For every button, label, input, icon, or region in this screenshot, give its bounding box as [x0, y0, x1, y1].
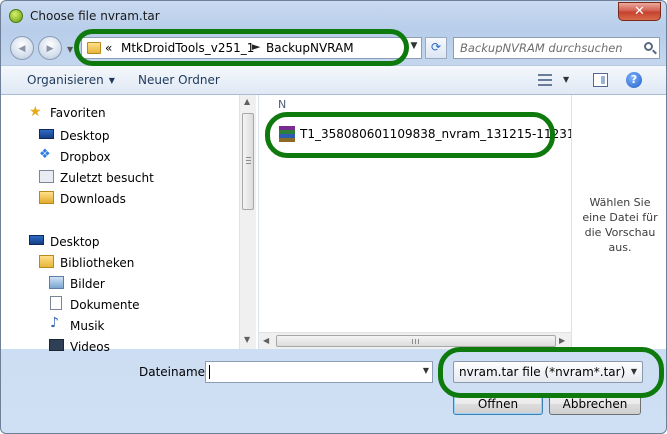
sidebar-item-label: Musik	[70, 319, 105, 333]
cancel-button[interactable]: Abbrechen	[549, 393, 641, 415]
dialog-footer: Dateiname: ▼ nvram.tar file (*nvram*.tar…	[1, 349, 666, 433]
help-icon[interactable]: ?	[626, 72, 642, 88]
star-icon: ★	[29, 104, 42, 120]
address-dropdown-button[interactable]: ▼	[407, 41, 421, 55]
file-type-select[interactable]: nvram.tar file (*nvram*.tar) ▼	[453, 361, 643, 383]
sidebar-item-label: Bilder	[70, 277, 105, 291]
file-type-value: nvram.tar file (*nvram*.tar)	[459, 365, 626, 379]
navigation-pane: ★ Favoriten Desktop ❖ Dropbox Zuletzt be…	[1, 95, 239, 354]
text-caret	[209, 365, 210, 379]
back-arrow-icon: ◀	[18, 44, 26, 54]
chevron-down-icon: ▼	[630, 367, 637, 376]
dialog-body: ★ Favoriten Desktop ❖ Dropbox Zuletzt be…	[1, 95, 666, 354]
music-icon: ♪	[50, 315, 59, 331]
sidebar-item-label: Bibliotheken	[60, 256, 135, 270]
navigation-row: ◀ ▶ ▼ « MtkDroidTools_v251_1 ► BackupNVR…	[1, 31, 666, 65]
app-icon	[9, 9, 23, 23]
libraries-icon	[39, 255, 54, 268]
scroll-right-icon[interactable]: ▶	[559, 336, 565, 345]
address-bar[interactable]: « MtkDroidTools_v251_1 ► BackupNVRAM ▼	[81, 37, 422, 59]
scrollbar-thumb[interactable]	[242, 113, 254, 210]
documents-icon	[50, 296, 62, 310]
recent-locations-dropdown[interactable]: ▼	[67, 45, 77, 55]
breadcrumb-separator-icon[interactable]: ►	[252, 40, 260, 53]
sidebar-item-label: Zuletzt besucht	[60, 171, 154, 185]
window-title: Choose file nvram.tar	[30, 9, 160, 23]
winrar-archive-icon	[279, 126, 295, 142]
preview-pane-toggle-icon[interactable]	[593, 73, 608, 87]
forward-arrow-icon: ▶	[46, 44, 54, 54]
address-overflow-chevron[interactable]: «	[105, 41, 112, 55]
file-name: T1_358080601109838_nvram_131215-112314.t…	[300, 127, 603, 141]
filename-input[interactable]: ▼	[205, 361, 433, 383]
new-folder-button[interactable]: Neuer Ordner	[138, 73, 220, 87]
sidebar-item-label: Dokumente	[70, 298, 140, 312]
organize-label: Organisieren	[27, 73, 104, 87]
horizontal-scrollbar-thumb[interactable]	[276, 335, 556, 347]
sidebar-item-label: Desktop	[60, 129, 110, 143]
file-dialog-window: Choose file nvram.tar ✕ ◀ ▶ ▼ « MtkDroid…	[0, 0, 667, 434]
back-button[interactable]: ◀	[10, 36, 34, 60]
refresh-button[interactable]: ⟳	[425, 37, 447, 59]
file-list-horizontal-scrollbar[interactable]: ◀ ▶	[259, 332, 572, 349]
name-column-header[interactable]: N	[278, 98, 286, 111]
breadcrumb-backupnvram[interactable]: BackupNVRAM	[266, 41, 354, 55]
open-button[interactable]: Öffnen	[453, 393, 543, 415]
filename-history-dropdown[interactable]: ▼	[423, 366, 429, 375]
sidebar-item-label: Desktop	[50, 235, 100, 249]
scroll-up-icon[interactable]: ▲	[244, 97, 250, 106]
filename-label: Dateiname:	[139, 365, 210, 379]
file-list-pane: N T1_358080601109838_nvram_131215-112314…	[258, 95, 603, 349]
organize-menu-button[interactable]: Organisieren ▼	[27, 73, 115, 87]
breadcrumb-mtkdroidtools[interactable]: MtkDroidTools_v251_1	[121, 41, 254, 55]
folder-icon	[87, 42, 101, 54]
change-view-icon[interactable]	[538, 74, 552, 86]
search-box[interactable]: BackupNVRAM durchsuchen	[453, 37, 660, 59]
search-icon[interactable]	[644, 42, 653, 51]
downloads-icon	[39, 191, 54, 204]
chevron-down-icon: ▼	[108, 76, 115, 85]
preview-placeholder-text: Wählen Sie eine Datei für die Vorschau a…	[582, 196, 658, 254]
desktop-icon	[39, 129, 54, 139]
dropbox-icon: ❖	[39, 147, 51, 162]
command-toolbar: Organisieren ▼ Neuer Ordner ▼ ?	[1, 65, 666, 95]
forward-button[interactable]: ▶	[38, 36, 62, 60]
title-bar[interactable]: Choose file nvram.tar ✕	[1, 1, 666, 31]
recent-places-icon	[39, 170, 54, 183]
sidebar-item-label: Dropbox	[60, 150, 111, 164]
scroll-down-icon[interactable]: ▼	[244, 335, 250, 344]
refresh-icon: ⟳	[430, 40, 442, 54]
scroll-left-icon[interactable]: ◀	[263, 336, 269, 345]
preview-pane: Wählen Sie eine Datei für die Vorschau a…	[571, 95, 666, 349]
sidebar-item-label: Favoriten	[50, 106, 106, 120]
sidebar-item-label: Downloads	[60, 192, 126, 206]
search-placeholder: BackupNVRAM durchsuchen	[460, 41, 623, 55]
close-button[interactable]: ✕	[618, 2, 661, 21]
desktop-icon	[29, 235, 44, 245]
pictures-icon	[49, 276, 64, 289]
view-options-dropdown[interactable]: ▼	[563, 75, 569, 84]
navigation-pane-scrollbar[interactable]: ▲ ▼	[239, 95, 256, 349]
